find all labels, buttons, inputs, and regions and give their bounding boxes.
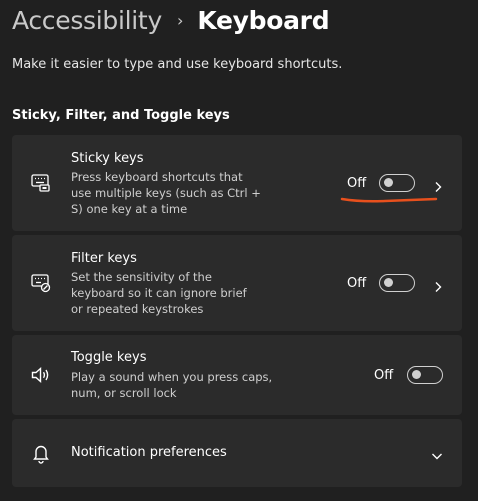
sticky-keys-toggle[interactable] [379, 174, 415, 192]
toggle-keys-card[interactable]: Toggle keys Play a sound when you press … [12, 335, 462, 415]
filter-keys-title: Filter keys [71, 251, 137, 266]
toggle-keys-description-line-1: Play a sound when you press caps, [71, 370, 273, 384]
sticky-keys-keyboard-icon [30, 172, 52, 194]
speaker-icon [30, 364, 52, 386]
page-subtitle: Make it easier to type and use keyboard … [12, 57, 343, 72]
filter-keys-description-line-3: or repeated keystrokes [71, 302, 204, 316]
chevron-down-icon[interactable] [431, 447, 443, 460]
filter-keys-state-label: Off [347, 276, 367, 291]
section-title: Sticky, Filter, and Toggle keys [12, 108, 230, 123]
sticky-keys-description-line-2: use multiple keys (such as Ctrl + [71, 186, 261, 200]
breadcrumb: Accessibility › Keyboard [12, 0, 330, 40]
sticky-keys-state-label: Off [347, 176, 367, 191]
toggle-knob [384, 278, 393, 287]
sticky-keys-title: Sticky keys [71, 151, 144, 166]
notification-preferences-card[interactable]: Notification preferences [12, 419, 462, 487]
filter-keys-keyboard-icon [30, 272, 52, 294]
sticky-keys-description-line-1: Press keyboard shortcuts that [71, 170, 243, 184]
chevron-right-icon[interactable] [432, 278, 444, 292]
toggle-keys-description-line-2: num, or scroll lock [71, 386, 177, 400]
filter-keys-description-line-2: keyboard so it can ignore brief [71, 286, 247, 300]
annotation-underline [340, 197, 438, 203]
notification-preferences-title: Notification preferences [71, 445, 227, 460]
filter-keys-description-line-1: Set the sensitivity of the [71, 270, 212, 284]
filter-keys-description: Set the sensitivity of the keyboard so i… [71, 269, 247, 317]
sticky-keys-card[interactable]: Sticky keys Press keyboard shortcuts tha… [12, 135, 462, 231]
toggle-keys-description: Play a sound when you press caps, num, o… [71, 369, 272, 401]
filter-keys-toggle[interactable] [379, 274, 415, 292]
bell-icon [30, 442, 52, 464]
breadcrumb-separator-icon: › [176, 10, 184, 30]
toggle-keys-state-label: Off [374, 368, 394, 383]
toggle-keys-title: Toggle keys [71, 350, 147, 365]
filter-keys-card[interactable]: Filter keys Set the sensitivity of the k… [12, 235, 462, 331]
toggle-knob [384, 178, 393, 187]
chevron-right-icon[interactable] [432, 178, 444, 192]
breadcrumb-accessibility[interactable]: Accessibility [12, 6, 162, 35]
keyboard-settings-page: Accessibility › Keyboard Make it easier … [0, 0, 478, 501]
sticky-keys-description-line-3: S) one key at a time [71, 202, 188, 216]
toggle-knob [412, 370, 421, 379]
sticky-keys-description: Press keyboard shortcuts that use multip… [71, 169, 261, 217]
page-title: Keyboard [197, 5, 330, 35]
toggle-keys-toggle[interactable] [407, 366, 443, 384]
